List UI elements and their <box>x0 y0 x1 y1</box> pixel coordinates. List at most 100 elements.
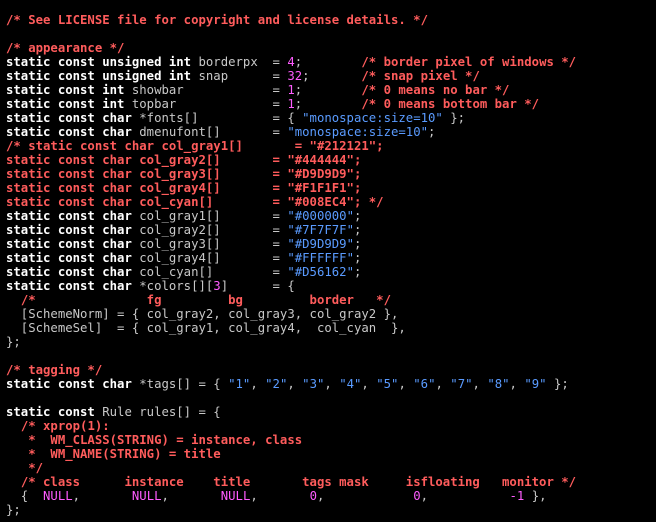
code-line[interactable]: static const Rule rules[] = { <box>6 405 576 419</box>
code-token: /* static const char col_gray1[] = "#212… <box>6 139 384 153</box>
terminal-window[interactable]: /* See LICENSE file for copyright and li… <box>0 0 656 522</box>
code-token: "#D9D9D9" <box>287 237 354 251</box>
code-token: , <box>324 377 340 391</box>
code-token: "3" <box>302 377 325 391</box>
code-line[interactable]: /* class instance title tags mask isfloa… <box>6 475 576 489</box>
code-line[interactable]: static const char col_cyan[] = "#008EC4"… <box>6 195 576 209</box>
code-line[interactable]: }; <box>6 503 576 517</box>
code-token: static const char <box>6 111 132 125</box>
code-token: ; <box>294 97 362 111</box>
code-token: showbar = <box>124 83 288 97</box>
code-token: /* class instance title tags mask isfloa… <box>20 475 577 489</box>
code-line[interactable]: static const char col_gray2[] = "#444444… <box>6 153 576 167</box>
code-token: "#FFFFFF" <box>287 251 354 265</box>
code-token: static const char <box>6 265 132 279</box>
code-token: }; <box>442 111 466 125</box>
code-line[interactable]: /* xprop(1): <box>6 419 576 433</box>
code-token: *colors[][ <box>131 279 214 293</box>
code-token: }; <box>6 503 21 517</box>
code-token: 32 <box>287 69 303 83</box>
code-token: "1" <box>228 377 251 391</box>
code-token: * WM_NAME(STRING) = title <box>6 447 221 461</box>
code-line[interactable]: /* tagging */ <box>6 363 576 377</box>
code-line[interactable]: static const char col_gray2[] = "#7F7F7F… <box>6 223 576 237</box>
code-token: ] = { <box>220 279 295 293</box>
code-token: snap = <box>191 69 288 83</box>
code-token: -1 <box>509 489 525 503</box>
code-token: static const unsigned int <box>6 55 192 69</box>
code-line[interactable]: [SchemeNorm] = { col_gray2, col_gray3, c… <box>6 307 576 321</box>
code-token: }, <box>524 489 547 503</box>
code-token: "2" <box>265 377 288 391</box>
code-token: col_gray4[] = <box>131 251 288 265</box>
code-line[interactable]: { NULL, NULL, NULL, 0, 0, -1 }, <box>6 489 576 503</box>
code-token: 3 <box>213 279 221 293</box>
code-line[interactable]: static const char col_gray3[] = "#D9D9D9… <box>6 167 576 181</box>
code-token: ; <box>294 83 362 97</box>
code-line[interactable]: /* static const char col_gray1[] = "#212… <box>6 139 576 153</box>
code-token: , <box>250 489 310 503</box>
code-line[interactable]: static const char *fonts[] = { "monospac… <box>6 111 576 125</box>
code-token: dmenufont[] = <box>131 125 288 139</box>
code-line[interactable]: /* appearance */ <box>6 41 576 55</box>
code-line[interactable]: static const char col_gray1[] = "#000000… <box>6 209 576 223</box>
code-token: "9" <box>524 377 547 391</box>
code-line[interactable]: * WM_CLASS(STRING) = instance, class <box>6 433 576 447</box>
code-line[interactable]: static const char col_gray4[] = "#FFFFFF… <box>6 251 576 265</box>
code-token: 1 <box>287 97 295 111</box>
code-token: "#000000" <box>287 209 354 223</box>
code-line[interactable] <box>6 391 576 405</box>
code-token: /* appearance */ <box>6 41 125 55</box>
code-line[interactable]: static const char col_gray4[] = "#F1F1F1… <box>6 181 576 195</box>
code-editor[interactable]: /* See LICENSE file for copyright and li… <box>6 13 576 517</box>
code-line[interactable]: static const char *tags[] = { "1", "2", … <box>6 377 576 391</box>
code-token: "7" <box>450 377 473 391</box>
code-token: , <box>472 377 488 391</box>
code-token: static const char <box>6 237 132 251</box>
code-line[interactable] <box>6 349 576 363</box>
code-line[interactable]: static const char col_gray3[] = "#D9D9D9… <box>6 237 576 251</box>
code-token: , <box>72 489 132 503</box>
code-line[interactable]: [SchemeSel] = { col_gray1, col_gray4, co… <box>6 321 576 335</box>
code-line[interactable]: * WM_NAME(STRING) = title <box>6 447 576 461</box>
code-token: NULL <box>131 489 162 503</box>
code-line[interactable]: static const char dmenufont[] = "monospa… <box>6 125 576 139</box>
code-token: static const char <box>6 209 132 223</box>
code-line[interactable]: static const unsigned int borderpx = 4; … <box>6 55 576 69</box>
code-line[interactable]: static const char *colors[][3] = { <box>6 279 576 293</box>
code-line[interactable]: static const int showbar = 1; /* 0 means… <box>6 83 576 97</box>
code-line[interactable]: /* See LICENSE file for copyright and li… <box>6 13 576 27</box>
code-line[interactable]: /* fg bg border */ <box>6 293 576 307</box>
code-token: */ <box>6 461 44 475</box>
code-token: *tags[] = { <box>131 377 229 391</box>
code-token: /* 0 means no bar */ <box>361 83 510 97</box>
code-token: ; <box>428 125 436 139</box>
code-token: , <box>420 489 510 503</box>
code-token: static const char <box>6 279 132 293</box>
code-token: "#7F7F7F" <box>287 223 354 237</box>
code-token: , <box>509 377 525 391</box>
code-token: }; <box>546 377 569 391</box>
code-token: topbar = <box>124 97 288 111</box>
code-line[interactable]: }; <box>6 335 576 349</box>
code-token: static const int <box>6 97 125 111</box>
code-line[interactable]: static const char col_cyan[] = "#D56162"… <box>6 265 576 279</box>
code-line[interactable] <box>6 27 576 41</box>
code-token: "monospace:size=10" <box>302 111 443 125</box>
code-token: *fonts[] = { <box>131 111 303 125</box>
code-token: "monospace:size=10" <box>287 125 429 139</box>
code-token: col_gray2[] = <box>131 223 288 237</box>
code-line[interactable]: */ <box>6 461 576 475</box>
code-token: static const char <box>6 223 132 237</box>
code-line[interactable]: static const int topbar = 1; /* 0 means … <box>6 97 576 111</box>
code-token: col_gray1[] = <box>131 209 288 223</box>
code-token: ; <box>353 209 362 223</box>
code-token: ; <box>302 69 362 83</box>
code-token: NULL <box>43 489 73 503</box>
code-token: 0 <box>309 489 318 503</box>
code-token: static const char col_gray4[] = "#F1F1F1… <box>6 181 362 195</box>
code-line[interactable]: static const unsigned int snap = 32; /* … <box>6 69 576 83</box>
code-token: static const char col_gray2[] = "#444444… <box>6 153 362 167</box>
